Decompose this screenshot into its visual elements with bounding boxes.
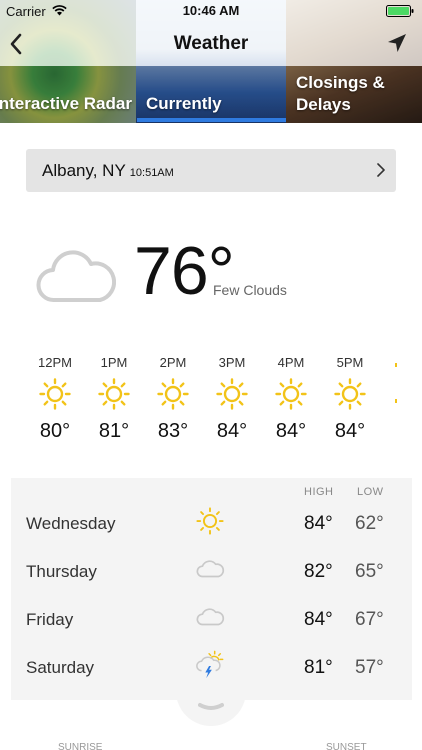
daily-forecast: HIGH LOW Wednesday 84° 62° Thursday 82° … (11, 478, 412, 700)
hour-temperature: 84° (216, 420, 248, 442)
sun-icon (334, 378, 366, 410)
day-low: 62° (355, 513, 384, 534)
sun-icon (157, 378, 189, 410)
tab-strip: Interactive Radar Currently Closings & D… (0, 66, 422, 123)
tab-currently[interactable]: Currently (146, 94, 222, 114)
sunset-label: SUNSET (326, 742, 367, 750)
hour-label: 2PM (159, 355, 187, 370)
clock: 10:46 AM (182, 3, 240, 18)
day-high: 81° (304, 657, 333, 678)
day-low: 57° (355, 657, 384, 678)
current-temperature: 76° (134, 233, 235, 309)
hourly-item: 4PM 84° (261, 355, 321, 443)
day-high: 82° (304, 561, 333, 582)
hourly-item: 5PM 84° (320, 355, 380, 443)
location-arrow-icon[interactable] (386, 32, 408, 54)
sun-icon (196, 507, 224, 535)
day-name: Friday (26, 610, 74, 629)
location-updated-time: 10:51AM (129, 167, 174, 179)
sun-icon (275, 378, 307, 410)
daily-row[interactable]: Friday 84° 67° (11, 596, 412, 644)
low-column-header: LOW (357, 486, 384, 498)
thunderstorm-sun-icon (196, 650, 224, 679)
cloud-icon (36, 250, 116, 303)
hour-temperature: 84° (275, 420, 307, 442)
day-name: Saturday (26, 658, 95, 677)
hour-temperature: 81° (98, 420, 130, 442)
page-title: Weather (173, 33, 249, 54)
hourly-item-partial (394, 355, 414, 411)
hourly-item: 3PM 84° (202, 355, 262, 443)
status-bar: Carrier 10:46 AM (0, 0, 422, 22)
nav-bar: Weather (0, 22, 422, 66)
tab-closings-line1: Closings & (296, 73, 385, 92)
day-name: Thursday (26, 562, 97, 581)
sun-icon-partial (395, 363, 397, 403)
day-low: 67° (355, 609, 384, 630)
hour-label: 4PM (277, 355, 305, 370)
hour-temperature: 84° (334, 420, 366, 442)
sun-icon (98, 378, 130, 410)
tab-closings-delays[interactable]: Closings & Delays (296, 72, 385, 116)
hourly-forecast: 12PM 80° 1PM 81° 2PM 83° 3PM 84° 4PM 84°… (0, 355, 422, 455)
sunrise-label: SUNRISE (58, 742, 103, 750)
current-condition: Few Clouds (213, 282, 287, 298)
tab-interactive-radar[interactable]: Interactive Radar (0, 94, 132, 114)
hour-label: 12PM (38, 355, 72, 370)
day-low: 65° (355, 561, 384, 582)
chevron-right-icon (377, 163, 385, 177)
daily-row[interactable]: Wednesday 84° 62° (11, 500, 412, 548)
day-high: 84° (304, 609, 333, 630)
high-column-header: HIGH (304, 486, 334, 498)
hourly-item: 1PM 81° (84, 355, 144, 443)
battery-icon (386, 5, 414, 17)
hourly-item: 2PM 83° (143, 355, 203, 443)
chevron-down-icon (198, 703, 224, 710)
hourly-item: 12PM 80° (25, 355, 85, 443)
daily-row[interactable]: Thursday 82° 65° (11, 548, 412, 596)
location-selector[interactable]: Albany, NY 10:51AM (26, 149, 396, 192)
cloud-icon (196, 560, 225, 578)
sun-icon (216, 378, 248, 410)
daily-row[interactable]: Saturday 81° 57° (11, 644, 412, 692)
hour-label: 1PM (100, 355, 128, 370)
day-high: 84° (304, 513, 333, 534)
tab-closings-line2: Delays (296, 95, 351, 114)
expand-handle[interactable] (176, 686, 246, 726)
cloud-icon (196, 608, 225, 626)
hour-temperature: 80° (39, 420, 71, 442)
hour-temperature: 83° (157, 420, 189, 442)
active-tab-indicator (137, 118, 286, 122)
hour-label: 5PM (336, 355, 364, 370)
day-name: Wednesday (26, 514, 116, 533)
sun-icon (39, 378, 71, 410)
location-city: Albany, NY (42, 161, 126, 180)
hour-label: 3PM (218, 355, 246, 370)
